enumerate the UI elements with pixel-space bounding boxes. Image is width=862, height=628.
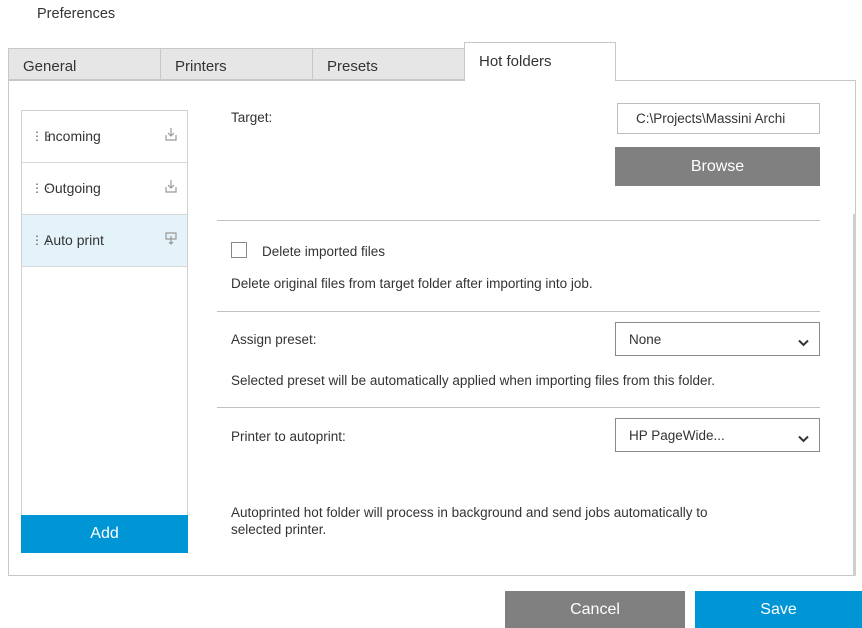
list-item-incoming[interactable]: ⋮⋮ Incoming xyxy=(22,111,187,163)
tab-printers[interactable]: Printers xyxy=(160,48,313,80)
assign-preset-value: None xyxy=(629,332,662,347)
divider xyxy=(217,311,820,312)
assign-preset-label: Assign preset: xyxy=(231,332,317,347)
list-item-outgoing[interactable]: ⋮⋮ Outgoing xyxy=(22,163,187,215)
list-item-label: Auto print xyxy=(44,232,104,248)
list-item-auto-print[interactable]: ⋮⋮ Auto print xyxy=(22,215,187,267)
chevron-down-icon xyxy=(798,431,809,446)
tab-general[interactable]: General xyxy=(8,48,161,80)
assign-preset-select[interactable]: None xyxy=(615,322,820,356)
chevron-down-icon xyxy=(798,335,809,350)
save-button[interactable]: Save xyxy=(695,591,862,628)
divider xyxy=(217,220,820,221)
list-item-label: Incoming xyxy=(44,128,101,144)
hot-folder-list: ⋮⋮ Incoming ⋮⋮ Outgoing ⋮⋮ Auto print xyxy=(21,110,188,553)
divider xyxy=(217,407,820,408)
import-icon xyxy=(165,127,177,144)
autoprint-description-line: Autoprinted hot folder will process in b… xyxy=(231,505,708,520)
target-label: Target: xyxy=(231,110,273,125)
cancel-button[interactable]: Cancel xyxy=(505,591,685,628)
autoprint-description: Autoprinted hot folder will process in b… xyxy=(231,504,708,538)
autoprint-description-line: selected printer. xyxy=(231,522,327,537)
browse-button[interactable]: Browse xyxy=(615,147,820,186)
printer-autoprint-value: HP PageWide... xyxy=(629,428,725,443)
list-item-label: Outgoing xyxy=(44,180,101,196)
printer-autoprint-select[interactable]: HP PageWide... xyxy=(615,418,820,452)
delete-imported-checkbox[interactable] xyxy=(231,242,247,258)
window-title: Preferences xyxy=(37,6,116,22)
import-icon xyxy=(165,179,177,196)
vertical-scrollbar[interactable] xyxy=(853,214,856,576)
tab-bar: General Printers Presets Hot folders xyxy=(8,42,856,81)
add-button[interactable]: Add xyxy=(21,515,188,553)
assign-preset-description: Selected preset will be automatically ap… xyxy=(231,373,715,388)
target-path-field[interactable]: C:\Projects\Massini Archi xyxy=(617,103,820,134)
printer-autoprint-label: Printer to autoprint: xyxy=(231,429,346,444)
delete-imported-description: Delete original files from target folder… xyxy=(231,276,593,291)
delete-imported-label: Delete imported files xyxy=(262,244,386,259)
tab-presets[interactable]: Presets xyxy=(312,48,465,80)
autoprint-icon xyxy=(165,231,177,248)
tab-hot-folders[interactable]: Hot folders xyxy=(464,42,616,81)
